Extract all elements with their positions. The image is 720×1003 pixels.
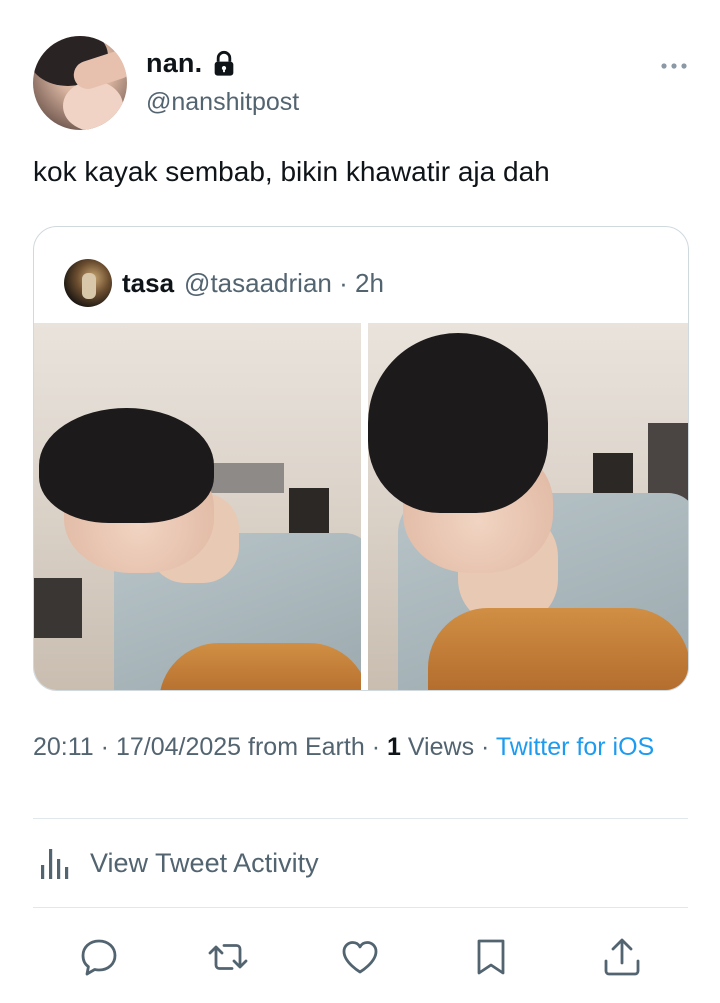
divider-bottom	[33, 907, 688, 908]
meta-client-link[interactable]: Twitter for iOS	[496, 733, 654, 761]
author-display-name[interactable]: nan.	[146, 48, 202, 79]
quote-separator: ·	[339, 267, 348, 298]
like-button[interactable]	[338, 935, 382, 979]
retweet-button[interactable]	[206, 935, 250, 979]
meta-date: 17/04/2025	[115, 733, 242, 761]
quote-time: 2h	[355, 267, 384, 298]
lock-icon	[214, 50, 234, 76]
quote-tweet-card[interactable]: tasa @tasaadrian · 2h	[33, 226, 689, 691]
quote-handle: @tasaadrian · 2h	[184, 268, 384, 299]
author-name-row[interactable]: nan.	[146, 48, 238, 79]
meta-views-count[interactable]: 1	[387, 733, 401, 761]
author-handle[interactable]: @nanshitpost	[146, 88, 299, 117]
bookmark-button[interactable]	[469, 935, 513, 979]
quote-media-left[interactable]	[34, 323, 361, 690]
quote-header: tasa @tasaadrian · 2h	[64, 259, 384, 307]
more-icon[interactable]	[660, 56, 688, 76]
tweet-meta: 20:11 · 17/04/2025 from Earth · 1 Views …	[33, 730, 693, 764]
tweet-text: kok kayak sembab, bikin khawatir aja dah	[33, 156, 550, 187]
quote-media-right[interactable]	[368, 323, 688, 690]
view-tweet-activity-label[interactable]: View Tweet Activity	[90, 848, 319, 879]
reply-icon	[81, 939, 117, 976]
quote-display-name[interactable]: tasa	[122, 268, 174, 299]
bar-chart-icon	[41, 849, 69, 879]
author-avatar[interactable]	[33, 36, 127, 130]
action-bar	[0, 935, 720, 979]
meta-location: from Earth	[248, 733, 365, 761]
meta-sep-3: ·	[481, 733, 490, 761]
divider-top	[33, 818, 688, 819]
quote-handle-text: @tasaadrian	[184, 267, 332, 298]
bookmark-icon	[477, 939, 505, 975]
meta-sep-1: ·	[100, 733, 109, 761]
meta-views-label[interactable]: Views	[408, 733, 474, 761]
share-icon	[604, 938, 640, 976]
reply-button[interactable]	[77, 935, 121, 979]
share-button[interactable]	[600, 935, 644, 979]
meta-sep-2: ·	[371, 733, 381, 761]
quote-avatar[interactable]	[64, 259, 112, 307]
like-icon	[342, 941, 378, 974]
retweet-icon	[208, 944, 248, 970]
meta-time: 20:11	[33, 733, 94, 761]
view-tweet-activity[interactable]: View Tweet Activity	[38, 840, 319, 886]
